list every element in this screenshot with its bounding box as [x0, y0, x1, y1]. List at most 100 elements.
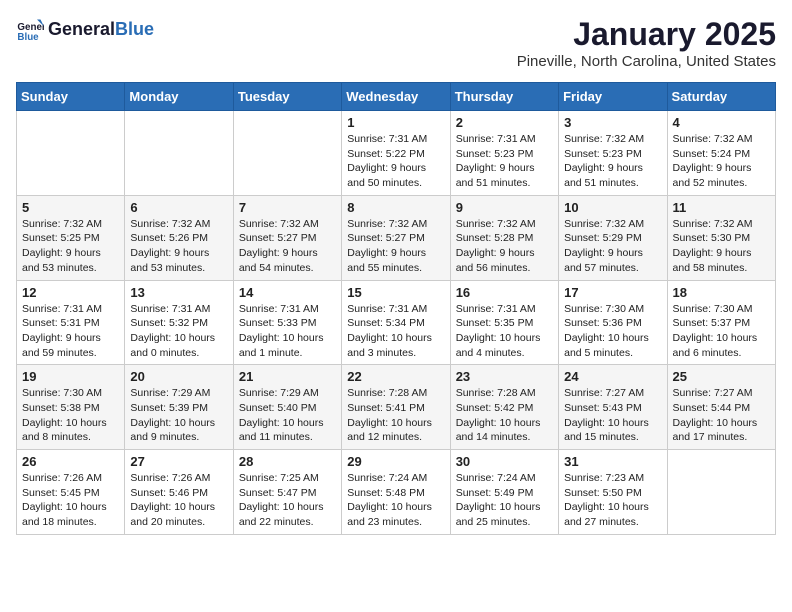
day-number: 1: [347, 115, 444, 130]
logo-text: GeneralBlue: [48, 20, 154, 40]
calendar-day-14: 14 Sunrise: 7:31 AM Sunset: 5:33 PM Dayli…: [233, 280, 341, 365]
weekday-header-thursday: Thursday: [450, 83, 558, 111]
day-number: 13: [130, 285, 227, 300]
day-number: 27: [130, 454, 227, 469]
calendar-day-21: 21Sunrise: 7:29 AM Sunset: 5:40 PM Dayli…: [233, 365, 341, 450]
day-number: 4: [673, 115, 770, 130]
day-number: 10: [564, 200, 661, 215]
day-info: Sunrise: 7:31 AM Sunset: 5:22 PM Dayligh…: [347, 132, 444, 191]
calendar-day-6: 6 Sunrise: 7:32 AM Sunset: 5:26 PM Daylig…: [125, 195, 233, 280]
day-number: 5: [22, 200, 119, 215]
calendar-day-15: 15Sunrise: 7:31 AM Sunset: 5:34 PM Dayli…: [342, 280, 450, 365]
calendar-day-11: 11Sunrise: 7:32 AM Sunset: 5:30 PM Dayli…: [667, 195, 775, 280]
calendar-day-3: 3Sunrise: 7:32 AM Sunset: 5:23 PM Daylig…: [559, 111, 667, 196]
day-number: 25: [673, 369, 770, 384]
month-title: January 2025: [517, 16, 776, 53]
day-info: Sunrise: 7:32 AM Sunset: 5:25 PM Dayligh…: [22, 217, 119, 276]
weekday-header-tuesday: Tuesday: [233, 83, 341, 111]
day-number: 12: [22, 285, 119, 300]
calendar-day-24: 24 Sunrise: 7:27 AM Sunset: 5:43 PM Dayli…: [559, 365, 667, 450]
calendar-week-3: 12Sunrise: 7:31 AM Sunset: 5:31 PM Dayli…: [17, 280, 776, 365]
day-number: 9: [456, 200, 553, 215]
day-info: Sunrise: 7:30 AM Sunset: 5:36 PM Dayligh…: [564, 302, 661, 361]
day-info: Sunrise: 7:31 AM Sunset: 5:33 PM Dayligh…: [239, 302, 336, 361]
day-number: 17: [564, 285, 661, 300]
location: Pineville, North Carolina, United States: [517, 53, 776, 70]
calendar-day-23: 23 Sunrise: 7:28 AM Sunset: 5:42 PM Dayli…: [450, 365, 558, 450]
day-info: Sunrise: 7:32 AM Sunset: 5:27 PM Dayligh…: [239, 217, 336, 276]
day-info: Sunrise: 7:32 AM Sunset: 5:26 PM Dayligh…: [130, 217, 227, 276]
day-info: Sunrise: 7:32 AM Sunset: 5:23 PM Dayligh…: [564, 132, 661, 191]
logo-icon: General Blue: [16, 16, 44, 44]
day-info: Sunrise: 7:26 AM Sunset: 5:45 PM Dayligh…: [22, 471, 119, 530]
day-info: Sunrise: 7:24 AM Sunset: 5:48 PM Dayligh…: [347, 471, 444, 530]
day-number: 7: [239, 200, 336, 215]
weekday-header-monday: Monday: [125, 83, 233, 111]
calendar-day-18: 18 Sunrise: 7:30 AM Sunset: 5:37 PM Dayli…: [667, 280, 775, 365]
day-info: Sunrise: 7:31 AM Sunset: 5:34 PM Dayligh…: [347, 302, 444, 361]
calendar-day-28: 28Sunrise: 7:25 AM Sunset: 5:47 PM Dayli…: [233, 450, 341, 535]
calendar-day-27: 27 Sunrise: 7:26 AM Sunset: 5:46 PM Dayli…: [125, 450, 233, 535]
empty-cell: [667, 450, 775, 535]
day-info: Sunrise: 7:27 AM Sunset: 5:43 PM Dayligh…: [564, 386, 661, 445]
day-info: Sunrise: 7:32 AM Sunset: 5:28 PM Dayligh…: [456, 217, 553, 276]
day-info: Sunrise: 7:29 AM Sunset: 5:39 PM Dayligh…: [130, 386, 227, 445]
day-number: 31: [564, 454, 661, 469]
day-info: Sunrise: 7:32 AM Sunset: 5:24 PM Dayligh…: [673, 132, 770, 191]
day-info: Sunrise: 7:26 AM Sunset: 5:46 PM Dayligh…: [130, 471, 227, 530]
calendar-day-4: 4 Sunrise: 7:32 AM Sunset: 5:24 PM Daylig…: [667, 111, 775, 196]
day-info: Sunrise: 7:28 AM Sunset: 5:41 PM Dayligh…: [347, 386, 444, 445]
day-info: Sunrise: 7:28 AM Sunset: 5:42 PM Dayligh…: [456, 386, 553, 445]
day-info: Sunrise: 7:32 AM Sunset: 5:30 PM Dayligh…: [673, 217, 770, 276]
weekday-header-friday: Friday: [559, 83, 667, 111]
day-number: 24: [564, 369, 661, 384]
calendar-table: SundayMondayTuesdayWednesdayThursdayFrid…: [16, 82, 776, 535]
day-info: Sunrise: 7:32 AM Sunset: 5:29 PM Dayligh…: [564, 217, 661, 276]
day-number: 8: [347, 200, 444, 215]
calendar-day-26: 26 Sunrise: 7:26 AM Sunset: 5:45 PM Dayli…: [17, 450, 125, 535]
empty-cell: [17, 111, 125, 196]
day-number: 20: [130, 369, 227, 384]
calendar-day-10: 10 Sunrise: 7:32 AM Sunset: 5:29 PM Dayli…: [559, 195, 667, 280]
calendar-day-12: 12Sunrise: 7:31 AM Sunset: 5:31 PM Dayli…: [17, 280, 125, 365]
day-info: Sunrise: 7:27 AM Sunset: 5:44 PM Dayligh…: [673, 386, 770, 445]
calendar-week-2: 5 Sunrise: 7:32 AM Sunset: 5:25 PM Daylig…: [17, 195, 776, 280]
day-number: 6: [130, 200, 227, 215]
calendar-day-9: 9 Sunrise: 7:32 AM Sunset: 5:28 PM Daylig…: [450, 195, 558, 280]
day-number: 18: [673, 285, 770, 300]
calendar-day-29: 29 Sunrise: 7:24 AM Sunset: 5:48 PM Dayli…: [342, 450, 450, 535]
day-number: 22: [347, 369, 444, 384]
day-number: 23: [456, 369, 553, 384]
calendar-day-8: 8 Sunrise: 7:32 AM Sunset: 5:27 PM Daylig…: [342, 195, 450, 280]
calendar-day-17: 17 Sunrise: 7:30 AM Sunset: 5:36 PM Dayli…: [559, 280, 667, 365]
day-number: 26: [22, 454, 119, 469]
calendar-day-30: 30 Sunrise: 7:24 AM Sunset: 5:49 PM Dayli…: [450, 450, 558, 535]
empty-cell: [233, 111, 341, 196]
day-info: Sunrise: 7:30 AM Sunset: 5:37 PM Dayligh…: [673, 302, 770, 361]
title-block: January 2025 Pineville, North Carolina, …: [517, 16, 776, 70]
calendar-day-7: 7 Sunrise: 7:32 AM Sunset: 5:27 PM Daylig…: [233, 195, 341, 280]
day-number: 30: [456, 454, 553, 469]
page-header: General Blue GeneralBlue January 2025 Pi…: [16, 16, 776, 70]
day-info: Sunrise: 7:25 AM Sunset: 5:47 PM Dayligh…: [239, 471, 336, 530]
calendar-day-20: 20 Sunrise: 7:29 AM Sunset: 5:39 PM Dayli…: [125, 365, 233, 450]
day-info: Sunrise: 7:32 AM Sunset: 5:27 PM Dayligh…: [347, 217, 444, 276]
weekday-header-saturday: Saturday: [667, 83, 775, 111]
day-info: Sunrise: 7:30 AM Sunset: 5:38 PM Dayligh…: [22, 386, 119, 445]
calendar-week-5: 26 Sunrise: 7:26 AM Sunset: 5:45 PM Dayli…: [17, 450, 776, 535]
calendar-day-25: 25 Sunrise: 7:27 AM Sunset: 5:44 PM Dayli…: [667, 365, 775, 450]
logo: General Blue GeneralBlue: [16, 16, 154, 44]
calendar-week-1: 1 Sunrise: 7:31 AM Sunset: 5:22 PM Daylig…: [17, 111, 776, 196]
calendar-day-16: 16Sunrise: 7:31 AM Sunset: 5:35 PM Dayli…: [450, 280, 558, 365]
day-number: 16: [456, 285, 553, 300]
weekday-header-wednesday: Wednesday: [342, 83, 450, 111]
calendar-day-1: 1 Sunrise: 7:31 AM Sunset: 5:22 PM Daylig…: [342, 111, 450, 196]
day-info: Sunrise: 7:31 AM Sunset: 5:32 PM Dayligh…: [130, 302, 227, 361]
calendar-day-31: 31Sunrise: 7:23 AM Sunset: 5:50 PM Dayli…: [559, 450, 667, 535]
weekday-header-row: SundayMondayTuesdayWednesdayThursdayFrid…: [17, 83, 776, 111]
day-number: 29: [347, 454, 444, 469]
calendar-day-13: 13 Sunrise: 7:31 AM Sunset: 5:32 PM Dayli…: [125, 280, 233, 365]
day-info: Sunrise: 7:24 AM Sunset: 5:49 PM Dayligh…: [456, 471, 553, 530]
day-info: Sunrise: 7:31 AM Sunset: 5:23 PM Dayligh…: [456, 132, 553, 191]
day-number: 14: [239, 285, 336, 300]
